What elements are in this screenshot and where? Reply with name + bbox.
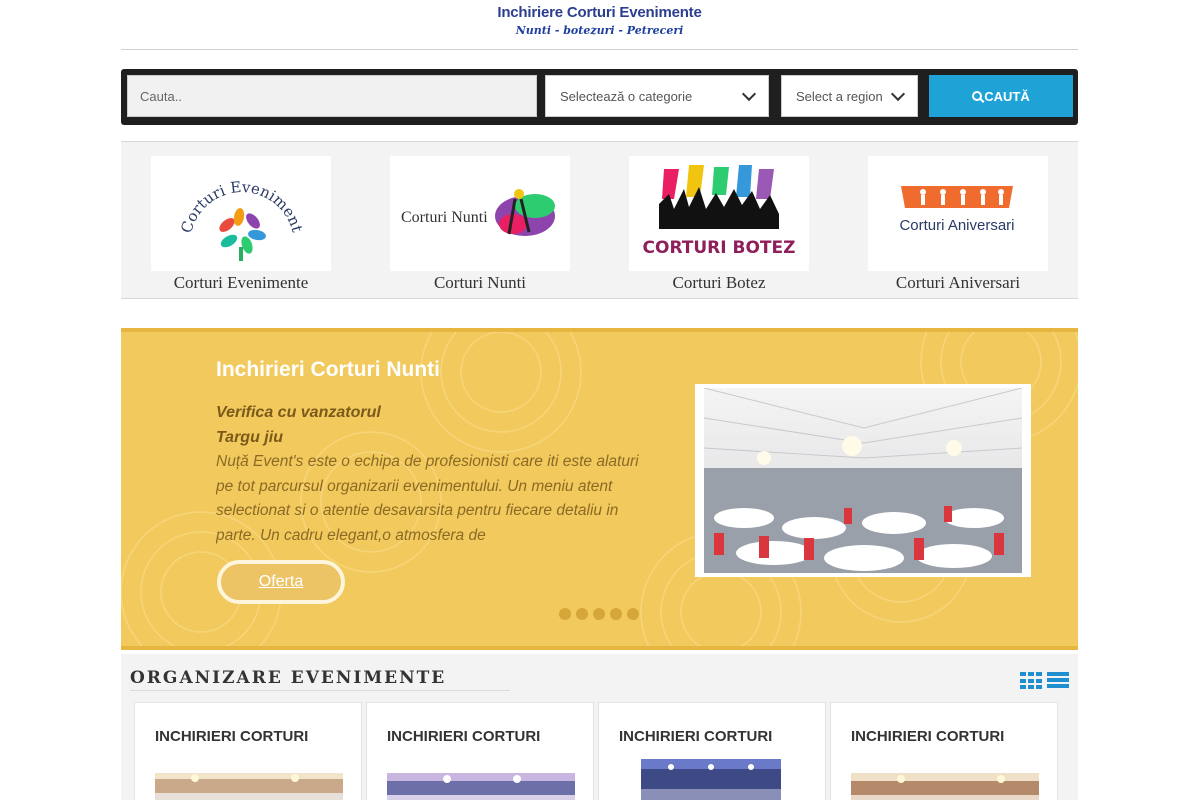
listing-card-image[interactable] <box>851 773 1039 800</box>
dancers-logo-icon: Corturi Nunti <box>401 188 555 236</box>
listing-card-image[interactable] <box>155 773 343 800</box>
hands-logo-icon: Corturi Evenimente <box>161 159 306 261</box>
category-item-nunti[interactable]: Corturi Nunti Corturi Nunti <box>380 142 580 293</box>
category-label[interactable]: Corturi Nunti <box>380 273 580 293</box>
slider-dot[interactable] <box>610 608 622 620</box>
offer-button[interactable]: Oferta <box>217 560 345 604</box>
listing-card[interactable]: INCHIRIERI CORTURI <box>134 702 362 800</box>
grid-view-icon[interactable] <box>1020 672 1042 690</box>
chevron-down-icon <box>741 86 757 101</box>
category-item-botez[interactable]: CORTURI BOTEZ Corturi Botez <box>619 142 819 293</box>
listing-card-image[interactable] <box>387 773 575 800</box>
category-logo-text: Corturi Aniversari <box>899 217 1014 234</box>
category-logo-botez[interactable]: CORTURI BOTEZ <box>629 156 809 271</box>
chevron-down-icon <box>890 86 906 101</box>
list-view-icon[interactable] <box>1047 672 1069 690</box>
category-strip: Corturi Evenimente Corturi Evenimente Co… <box>121 141 1078 299</box>
listing-card-title[interactable]: INCHIRIERI CORTURI <box>155 728 308 745</box>
category-logo-evenimente[interactable]: Corturi Evenimente <box>151 156 331 271</box>
search-input[interactable] <box>127 75 537 117</box>
people-logo-icon: Corturi Aniversari <box>899 185 1015 234</box>
slide-photo[interactable] <box>695 384 1031 577</box>
slide-location: Targu jiu <box>216 429 283 446</box>
listing-card[interactable]: INCHIRIERI CORTURI <box>598 702 826 800</box>
category-logo-text: CORTURI BOTEZ <box>643 238 796 258</box>
category-label[interactable]: Corturi Evenimente <box>141 273 341 293</box>
slider-dot[interactable] <box>593 608 605 620</box>
listing-card-image[interactable] <box>641 759 781 800</box>
category-select[interactable]: Selectează o categorie <box>545 75 769 117</box>
category-label[interactable]: Corturi Botez <box>619 273 819 293</box>
slide-title[interactable]: Inchirieri Corturi Nunti <box>216 358 440 382</box>
category-logo-text: Corturi Nunti <box>401 209 488 226</box>
search-icon <box>972 91 983 101</box>
search-bar: Selectează o categorie Select a region C… <box>121 69 1078 125</box>
slider-dot[interactable] <box>627 608 639 620</box>
search-button[interactable]: CAUTĂ <box>929 75 1073 117</box>
slider-dot[interactable] <box>559 608 571 620</box>
site-header: Inchiriere Corturi Evenimente Nunti - bo… <box>121 0 1078 50</box>
slider-dots <box>559 608 639 620</box>
category-label[interactable]: Corturi Aniversari <box>858 273 1058 293</box>
site-logo-subtitle: Nunti - botezuri - Petreceri <box>515 24 684 37</box>
listing-card-title[interactable]: INCHIRIERI CORTURI <box>387 728 540 745</box>
events-section: ORGANIZARE EVENIMENTE INCHIRIERI CORTURI… <box>121 654 1078 800</box>
slide-description: Nuță Event's este o echipa de profesioni… <box>216 453 639 544</box>
tent-interior-image <box>703 387 1023 573</box>
listing-card[interactable]: INCHIRIERI CORTURI <box>830 702 1058 800</box>
section-title: ORGANIZARE EVENIMENTE <box>130 668 447 688</box>
featured-slider: Inchirieri Corturi Nunti Verifica cu van… <box>121 328 1078 650</box>
slider-dot[interactable] <box>576 608 588 620</box>
crowd-logo-icon: CORTURI BOTEZ <box>643 164 796 258</box>
region-select[interactable]: Select a region <box>781 75 918 117</box>
region-select-label: Select a region <box>796 88 883 104</box>
category-logo-nunti[interactable]: Corturi Nunti <box>390 156 570 271</box>
search-button-label: CAUTĂ <box>984 88 1030 104</box>
category-select-label: Selectează o categorie <box>560 88 693 104</box>
category-item-evenimente[interactable]: Corturi Evenimente Corturi Evenimente <box>141 142 341 293</box>
slide-seller-label: Verifica cu vanzatorul <box>216 404 381 421</box>
listing-card-title[interactable]: INCHIRIERI CORTURI <box>619 728 772 745</box>
listing-card[interactable]: INCHIRIERI CORTURI <box>366 702 594 800</box>
site-logo-title[interactable]: Inchiriere Corturi Evenimente <box>121 0 1078 21</box>
section-divider <box>130 690 510 691</box>
category-item-aniversari[interactable]: Corturi Aniversari Corturi Aniversari <box>858 142 1058 293</box>
category-logo-aniversari[interactable]: Corturi Aniversari <box>868 156 1048 271</box>
listing-card-title[interactable]: INCHIRIERI CORTURI <box>851 728 1004 745</box>
